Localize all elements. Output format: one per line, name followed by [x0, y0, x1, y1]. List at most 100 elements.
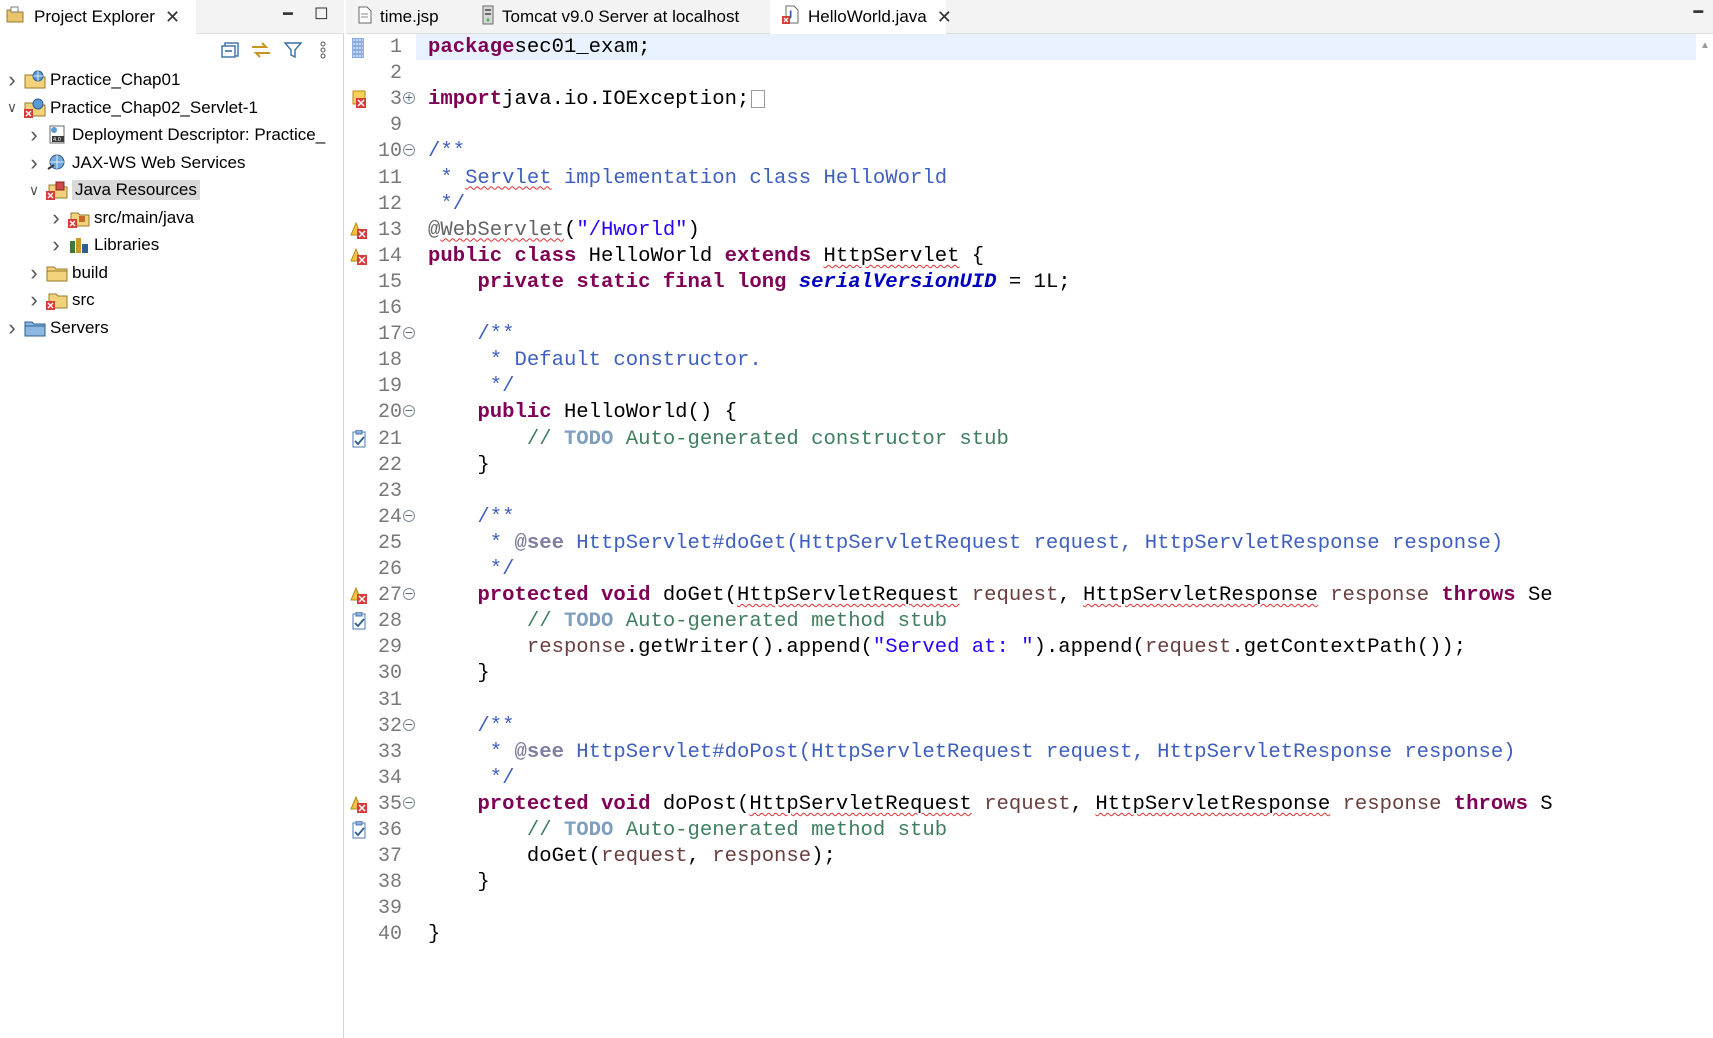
link-with-editor-icon[interactable]	[250, 39, 272, 61]
collapse-fold-icon[interactable]: −	[403, 509, 415, 522]
code-line[interactable]: }	[428, 921, 440, 950]
code-line[interactable]: /**	[428, 138, 465, 167]
gutter-line[interactable]: 38	[346, 869, 416, 898]
error-warn-marker-icon[interactable]	[350, 795, 368, 813]
gutter-line[interactable]: 1	[346, 34, 416, 63]
expand-fold-icon[interactable]: +	[403, 92, 415, 105]
gutter-line[interactable]: 30	[346, 660, 416, 689]
vertical-scrollbar[interactable]: ▲	[1697, 34, 1713, 1038]
gutter-line[interactable]: 18	[346, 347, 416, 376]
collapse-fold-icon[interactable]: −	[403, 796, 415, 809]
gutter-line[interactable]: 10−	[346, 138, 416, 167]
filter-icon[interactable]	[282, 39, 304, 61]
code-line[interactable]: }	[428, 660, 489, 689]
chevron-right-icon[interactable]: ›	[4, 316, 20, 338]
error-warn-marker-icon[interactable]	[350, 221, 368, 239]
code-line[interactable]: */	[428, 191, 465, 220]
task-marker-icon[interactable]	[350, 820, 368, 839]
bookmark-marker-icon[interactable]	[350, 38, 368, 58]
tab-tomcat-server[interactable]: Tomcat v9.0 Server at localhost	[470, 0, 770, 34]
chevron-right-icon[interactable]: ›	[26, 151, 42, 173]
code-line[interactable]: }	[428, 452, 489, 481]
view-menu-icon[interactable]	[312, 39, 334, 61]
code-line[interactable]: response.getWriter().append("Served at: …	[428, 634, 1466, 663]
code-line[interactable]: * Servlet implementation class HelloWorl…	[428, 165, 947, 194]
code-line[interactable]: * Default constructor.	[428, 347, 762, 376]
code-line[interactable]: */	[428, 373, 515, 402]
code-line[interactable]: * @see HttpServlet#doPost(HttpServletReq…	[428, 739, 1516, 768]
gutter-line[interactable]: 26	[346, 556, 416, 585]
code-line[interactable]: protected void doGet(HttpServletRequest …	[428, 582, 1552, 611]
gutter-line[interactable]: 19	[346, 373, 416, 402]
error-marker-icon[interactable]	[350, 90, 368, 109]
code-line[interactable]: /**	[428, 504, 514, 533]
collapse-fold-icon[interactable]: −	[403, 405, 415, 418]
tree-item[interactable]: › 4.0 Deployment Descriptor: Practice_	[26, 121, 325, 149]
gutter-line[interactable]: 3 +	[346, 86, 416, 115]
chevron-down-icon[interactable]: ∨	[4, 99, 20, 116]
gutter-line[interactable]: 29	[346, 634, 416, 663]
gutter-line[interactable]: 39	[346, 895, 416, 924]
chevron-right-icon[interactable]: ›	[48, 234, 64, 256]
gutter-line[interactable]: 35−	[346, 791, 416, 820]
chevron-right-icon[interactable]: ›	[4, 69, 20, 91]
gutter-line[interactable]: 13	[346, 217, 416, 246]
tree-item[interactable]: ∨ Java Resources	[26, 176, 200, 204]
code-line[interactable]: /**	[428, 713, 514, 742]
gutter-line[interactable]: 22	[346, 452, 416, 481]
gutter-line[interactable]: 34	[346, 765, 416, 794]
gutter-line[interactable]: 25	[346, 530, 416, 559]
close-icon[interactable]: ✕	[165, 7, 180, 28]
folded-import-box[interactable]	[751, 89, 766, 108]
tab-project-explorer[interactable]: Project Explorer ✕	[0, 0, 196, 34]
gutter-line[interactable]: 16	[346, 295, 416, 324]
gutter-line[interactable]: 23	[346, 478, 416, 507]
tree-item[interactable]: › src	[26, 286, 94, 314]
close-icon[interactable]: ✕	[937, 7, 952, 28]
gutter-line[interactable]: 40	[346, 921, 416, 950]
gutter-line[interactable]: 9	[346, 112, 416, 141]
tree-item[interactable]: ∨ Practice_Chap02_Servlet-1	[4, 94, 258, 122]
error-warn-marker-icon[interactable]	[350, 586, 368, 605]
gutter-line[interactable]: 31	[346, 687, 416, 716]
code-line[interactable]: importjava.io.IOException;	[428, 86, 766, 115]
gutter-line[interactable]: 36	[346, 817, 416, 846]
task-marker-icon[interactable]	[350, 611, 368, 630]
gutter-line[interactable]: 2	[346, 60, 416, 89]
gutter-line[interactable]: 20−	[346, 399, 416, 428]
tree-item[interactable]: › src/main/java	[48, 204, 194, 232]
collapse-fold-icon[interactable]: −	[403, 144, 415, 157]
minimize-icon[interactable]: ━	[283, 4, 293, 24]
minimize-icon[interactable]: ━	[1693, 2, 1703, 22]
tree-item[interactable]: › JAX-WS Web Services	[26, 149, 245, 177]
gutter-line[interactable]: 11	[346, 165, 416, 194]
gutter-line[interactable]: 32−	[346, 713, 416, 742]
maximize-icon[interactable]: ◻	[314, 2, 329, 23]
gutter-line[interactable]: 12	[346, 191, 416, 220]
code-line[interactable]: public HelloWorld() {	[428, 399, 737, 428]
tree-item[interactable]: › Practice_Chap01	[4, 66, 180, 94]
code-line[interactable]: */	[428, 765, 515, 794]
tab-time-jsp[interactable]: time.jsp	[346, 0, 470, 34]
code-line[interactable]: protected void doPost(HttpServletRequest…	[428, 791, 1552, 820]
scroll-up-arrow-icon[interactable]: ▲	[1700, 40, 1710, 51]
collapse-all-icon[interactable]	[220, 39, 242, 61]
gutter-line[interactable]: 33	[346, 739, 416, 768]
chevron-right-icon[interactable]: ›	[26, 261, 42, 283]
code-line[interactable]: * @see HttpServlet#doGet(HttpServletRequ…	[428, 530, 1503, 559]
gutter-line[interactable]: 24−	[346, 504, 416, 533]
collapse-fold-icon[interactable]: −	[403, 588, 415, 601]
tree-item[interactable]: › build	[26, 259, 108, 287]
code-line[interactable]: /**	[428, 321, 514, 350]
task-marker-icon[interactable]	[350, 429, 368, 448]
code-line[interactable]: // TODO Auto-generated constructor stub	[428, 426, 1009, 455]
gutter-line[interactable]: 37	[346, 843, 416, 872]
code-line[interactable]: }	[428, 869, 489, 898]
code-line[interactable]: */	[428, 556, 515, 585]
gutter-line[interactable]: 14	[346, 243, 416, 272]
vertical-ruler[interactable]: 1 2 3 +9 10−11 12 13 14 15 16 17−18 19 20−21 22 23 24−2…	[346, 34, 416, 1038]
tab-helloworld-java[interactable]: J HelloWorld.java ✕	[770, 0, 952, 34]
gutter-line[interactable]: 27−	[346, 582, 416, 611]
code-line[interactable]: public class HelloWorld extends HttpServ…	[428, 243, 984, 272]
tree-item[interactable]: › Servers	[4, 314, 108, 342]
